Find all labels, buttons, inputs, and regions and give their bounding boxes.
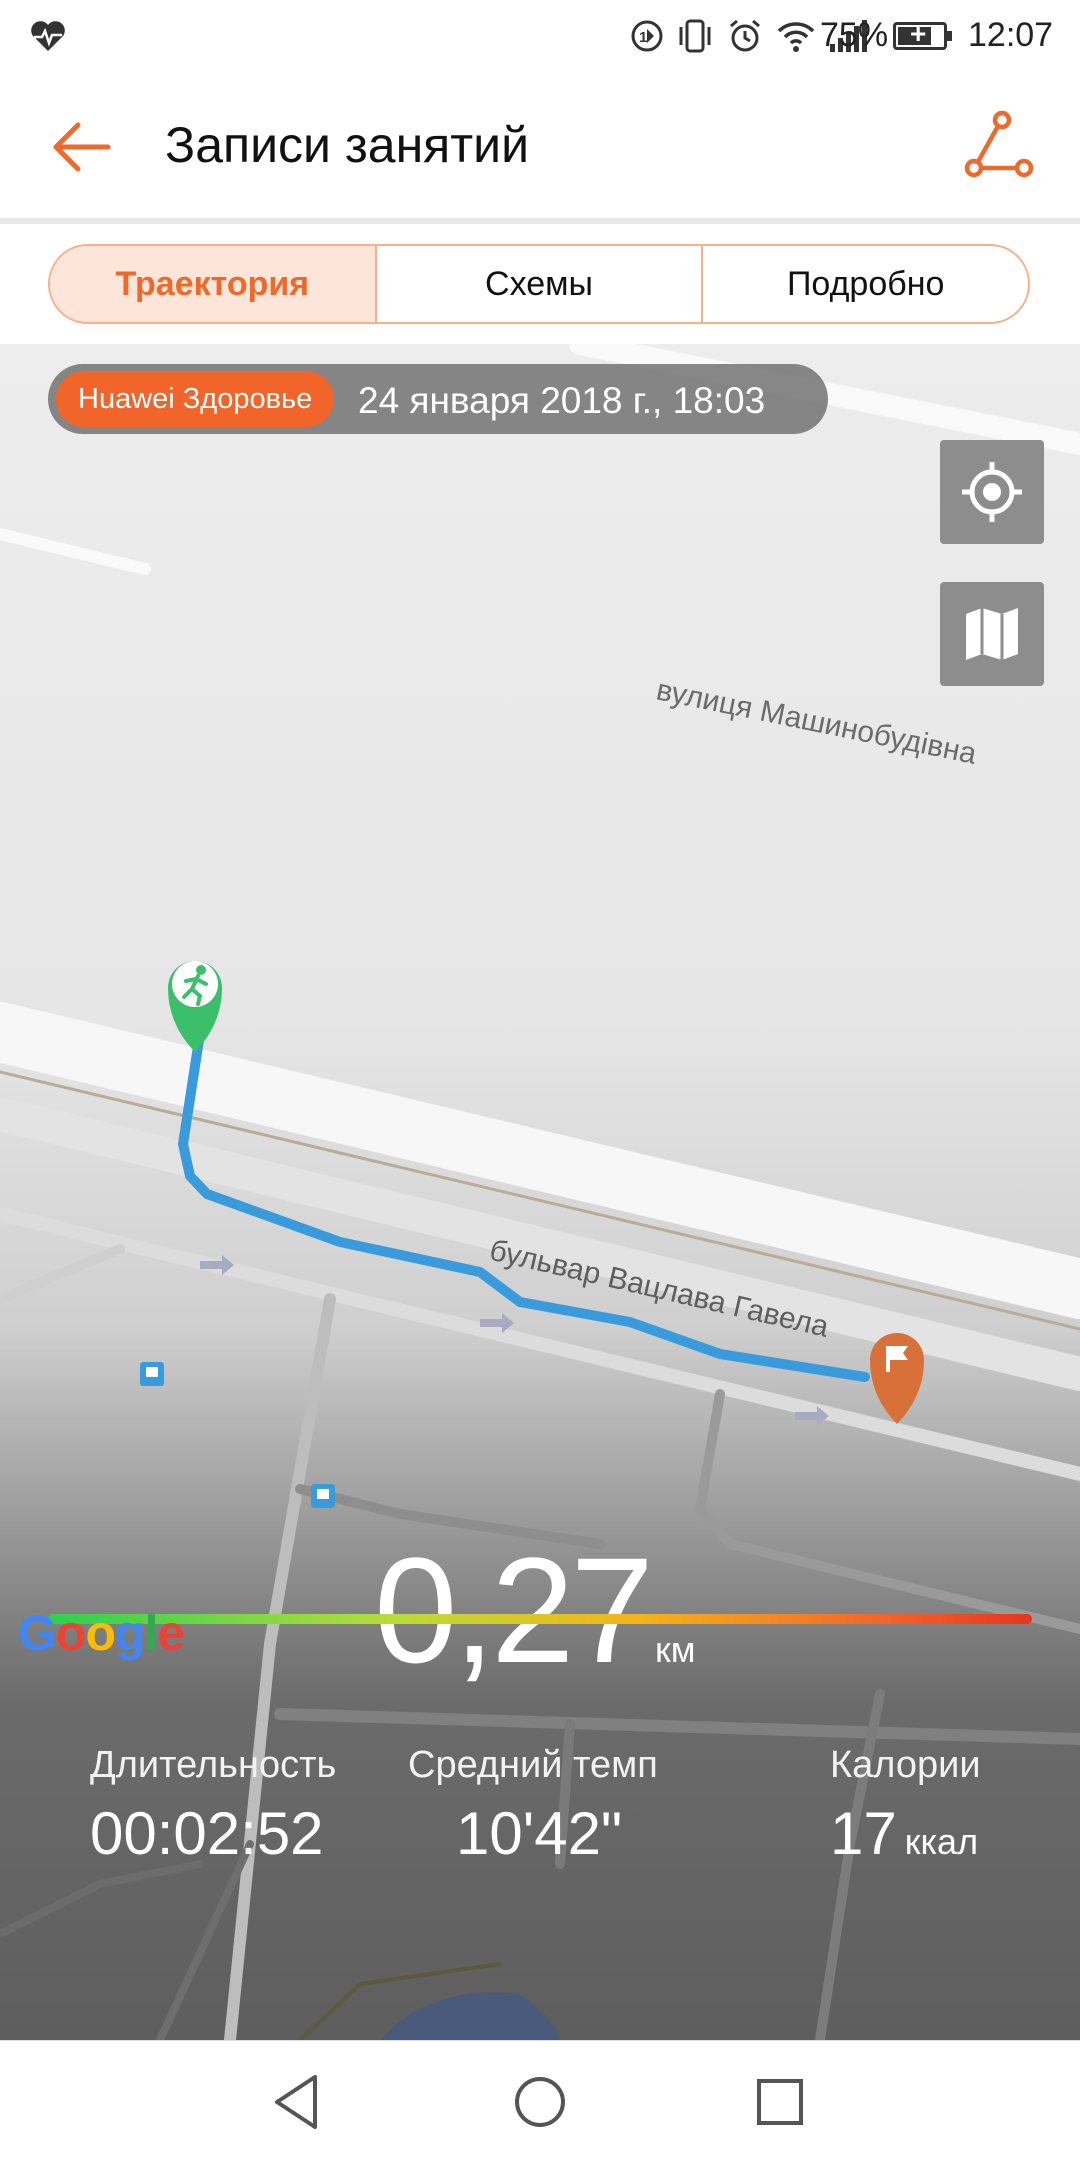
route-share-button[interactable]: [964, 110, 1036, 182]
bus-stop-icon: [140, 1362, 164, 1386]
map-layers-button[interactable]: [940, 582, 1044, 686]
app-bar: Записи занятий: [0, 72, 1080, 220]
battery-percent: 75%: [820, 16, 889, 54]
data-saver-icon: 1: [631, 20, 663, 52]
calories-number: 17: [830, 1800, 897, 1867]
tabs-bar: Траектория Схемы Подробно: [0, 224, 1080, 344]
distance-value: 0,27: [374, 1526, 654, 1694]
nav-recent-icon[interactable]: [745, 2067, 815, 2137]
workout-source-pill: Huawei Здоровье 24 января 2018 г., 18:03: [48, 364, 828, 434]
system-nav-bar: [0, 2040, 1080, 2161]
tab-trajectory[interactable]: Траектория: [50, 246, 375, 322]
arrow-left-icon: [53, 122, 111, 172]
street-label: вулиця Машинобудівна: [654, 674, 980, 771]
health-heart-icon: [31, 21, 65, 51]
calories-unit: ккал: [904, 1821, 979, 1862]
battery-charging-icon: +: [893, 20, 952, 50]
bus-stop-icon: [311, 1484, 335, 1508]
workout-date: 24 января 2018 г., 18:03: [358, 380, 766, 421]
source-badge: Huawei Здоровье: [56, 371, 335, 427]
duration-value: 00:02:52: [90, 1800, 324, 1867]
pace-label: Средний темп: [408, 1744, 658, 1786]
alarm-icon: [730, 19, 760, 52]
svg-text:1: 1: [639, 29, 647, 46]
tab-details[interactable]: Подробно: [701, 246, 1028, 322]
status-bar: 1 75% + 12:07: [0, 0, 1080, 72]
route-share-icon: [964, 110, 1034, 178]
finish-flag-icon: [870, 1333, 924, 1424]
nav-back-icon[interactable]: [265, 2067, 335, 2137]
workout-stats: 0,27 км Длительность 00:02:52 Средний те…: [0, 1524, 1080, 2040]
tab-schemes[interactable]: Схемы: [374, 246, 702, 322]
nav-home-icon[interactable]: [505, 2067, 575, 2137]
runner-start-icon: [168, 961, 222, 1052]
segmented-tabs: Траектория Схемы Подробно: [48, 244, 1030, 324]
page-title: Записи занятий: [165, 117, 530, 173]
locate-button[interactable]: [940, 440, 1044, 544]
map-view[interactable]: вулиця Машинобудівна бульвар Вацлава Гав…: [0, 344, 1080, 2040]
distance-unit: км: [655, 1629, 696, 1670]
vibrate-icon: [679, 19, 711, 53]
pace-color-bar: [48, 1614, 1032, 1624]
map-icon: [966, 608, 1018, 660]
calories-value: 17 ккал: [830, 1799, 978, 1868]
back-button[interactable]: [48, 112, 118, 182]
wifi-icon: [777, 22, 815, 52]
crosshair-locate-icon: [962, 462, 1022, 522]
google-logo: Google: [18, 1605, 185, 1661]
clock: 12:07: [968, 16, 1054, 54]
duration-label: Длительность: [90, 1744, 337, 1786]
calories-label: Калории: [830, 1744, 981, 1786]
pace-value: 10'42": [456, 1800, 623, 1867]
